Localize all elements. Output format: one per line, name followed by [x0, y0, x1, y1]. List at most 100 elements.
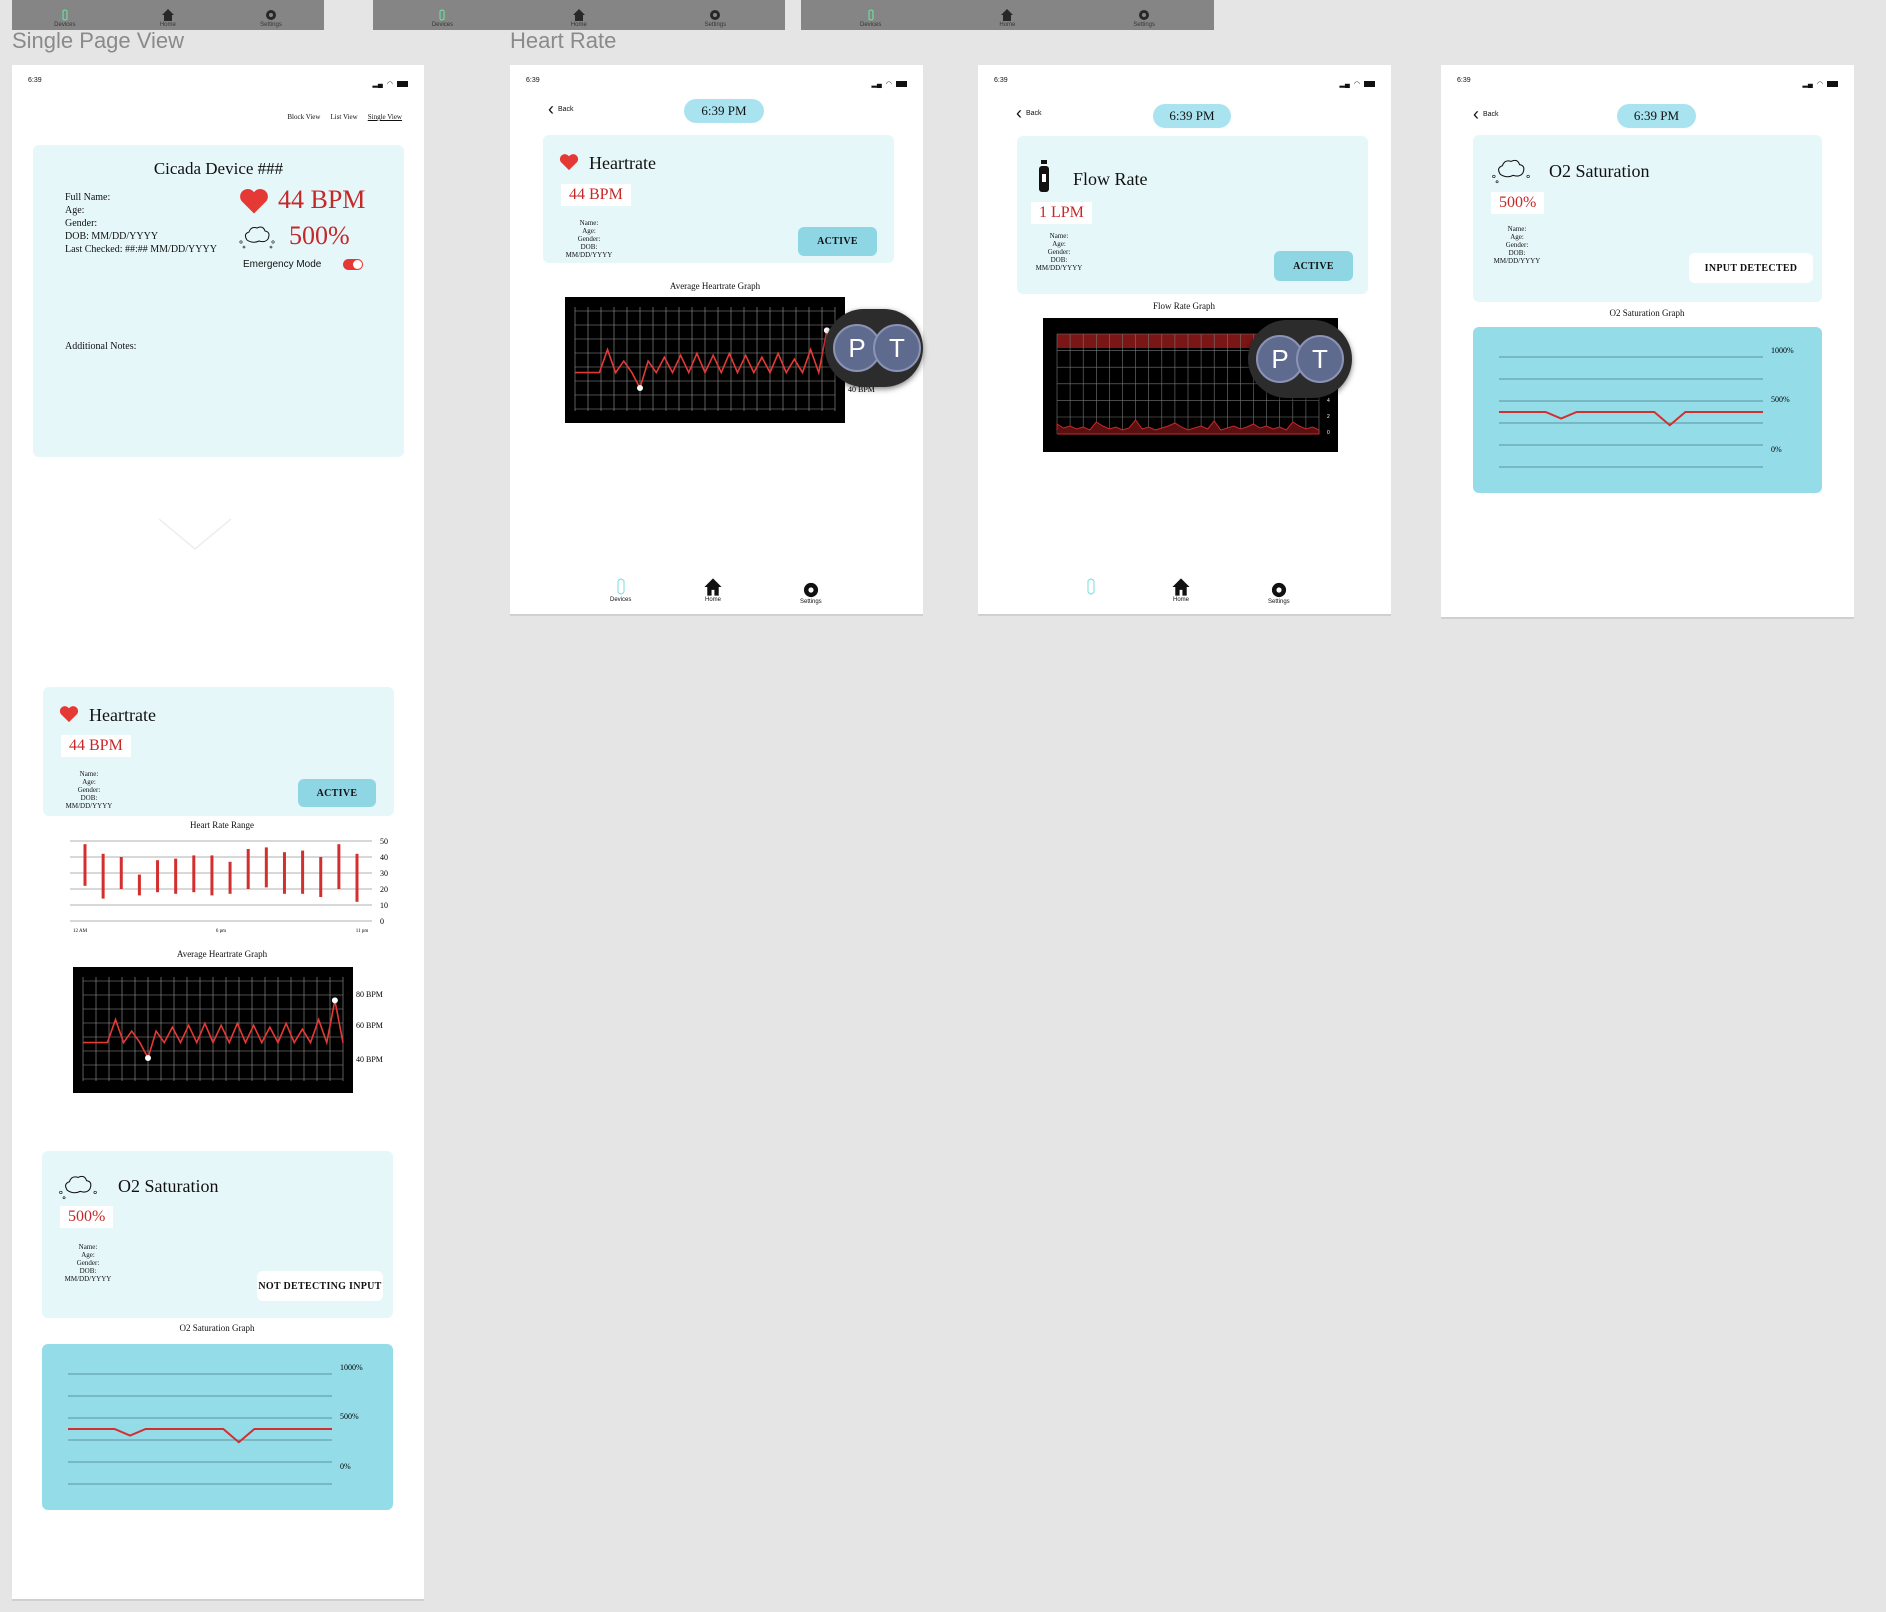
y-tick-label: 500% — [340, 1412, 359, 1421]
top-nav-bar: Devices Home Settings — [801, 0, 1214, 30]
devices-icon — [1087, 578, 1095, 595]
y-tick-label: 40 BPM — [356, 1055, 383, 1064]
emergency-mode-toggle[interactable] — [343, 259, 363, 270]
x-tick-label: 11 pm — [356, 929, 369, 934]
patient-info: Name: Age: Gender: DOB: MM/DD/YYYY — [1035, 232, 1083, 272]
patient-info: Name: Age: Gender: DOB: MM/DD/YYYY — [565, 219, 613, 259]
y-tick-label: 0 — [380, 917, 384, 926]
nav-home[interactable]: Home — [571, 8, 587, 28]
o2-graph-panel: 1000% 500% 0% — [1473, 327, 1822, 493]
back-button[interactable]: ‹ Back — [548, 99, 574, 120]
battery-icon — [397, 81, 408, 87]
nav-settings[interactable]: Settings — [1268, 581, 1290, 605]
gear-icon — [803, 582, 818, 598]
average-heartrate-chart: 80 BPM 60 BPM 40 BPM — [73, 967, 383, 1093]
signal-icon: ▂▄ — [372, 81, 383, 88]
back-button[interactable]: ‹ Back — [1473, 104, 1499, 125]
nav-home[interactable]: Home — [160, 8, 176, 28]
time-pill: 6:39 PM — [684, 99, 764, 123]
o2-saturation-card[interactable]: O2 Saturation 500% Name: Age: Gender: DOB: … — [1473, 135, 1822, 302]
devices-icon — [617, 578, 625, 595]
block-view-link[interactable]: Block View — [287, 113, 320, 121]
battery-icon — [1364, 81, 1375, 87]
min-point — [145, 1054, 151, 1061]
min-point — [637, 384, 643, 391]
wifi-icon: ◠ — [1353, 81, 1360, 88]
wifi-icon: ◠ — [885, 81, 892, 88]
heart-rate-frame: 6:39 ▂▄ ◠ ‹ Back 6:39 PM Heartrate 44 BPM … — [510, 65, 923, 615]
o2-saturation-card[interactable]: O2 Saturation 500% Name: Age: Gender: DOB: … — [42, 1151, 393, 1318]
nav-devices[interactable]: Devices — [54, 8, 76, 28]
status-active-button[interactable]: ACTIVE — [298, 779, 376, 807]
collaborator-avatars: P T — [825, 309, 923, 387]
y-tick-label: 0% — [1771, 445, 1782, 454]
nav-settings[interactable]: Settings — [260, 8, 282, 28]
gear-icon — [1139, 10, 1150, 20]
collaborator-avatars: P T — [1248, 320, 1352, 398]
y-tick-label: 0 — [1327, 430, 1330, 436]
status-active-button[interactable]: ACTIVE — [798, 227, 877, 256]
y-tick-label: 1000% — [340, 1363, 363, 1372]
chevron-down-icon[interactable] — [157, 517, 233, 553]
status-not-detecting-button[interactable]: NOT DETECTING INPUT — [257, 1271, 383, 1301]
time-pill: 6:39 PM — [1153, 104, 1231, 128]
avatar[interactable]: T — [873, 324, 921, 372]
gear-icon — [265, 10, 276, 20]
home-icon — [1001, 9, 1014, 21]
status-active-button[interactable]: ACTIVE — [1274, 251, 1353, 281]
chevron-left-icon: ‹ — [548, 99, 554, 119]
device-title: Cicada Device ### — [153, 159, 284, 178]
o2-saturation-frame: 6:39 ▂▄ ◠ ‹ Back 6:39 PM O2 Saturation 500… — [1441, 65, 1854, 618]
card-title: O2 Saturation — [118, 1176, 219, 1196]
heartrate-card[interactable]: Heartrate 44 BPM Name: Age: Gender: DOB: MM… — [543, 135, 894, 263]
nav-devices[interactable]: Devices — [432, 8, 453, 28]
y-tick-label: 4 — [1327, 398, 1330, 404]
nav-settings[interactable]: Settings — [800, 581, 822, 605]
device-fields: Full Name: Age: Gender: DOB: MM/DD/YYYY … — [65, 192, 217, 255]
avg-graph-title: Average Heartrate Graph — [669, 281, 761, 291]
y-tick-label: 500% — [1771, 395, 1790, 404]
single-page-frame: 6:39 ▂▄ ◠ Block View List View Single Vie… — [12, 65, 424, 1600]
notes-label: Additional Notes: — [65, 341, 137, 352]
bpm-value: 44 BPM — [278, 185, 366, 214]
heart-icon — [59, 706, 79, 723]
card-title: Heartrate — [589, 153, 656, 173]
nav-home[interactable]: Home — [702, 577, 724, 603]
nav-devices[interactable]: Devices — [610, 577, 631, 603]
patient-info: Name: Age: Gender: DOB: MM/DD/YYYY — [65, 770, 113, 810]
y-tick-label: 80 BPM — [356, 990, 383, 999]
status-input-detected-button[interactable]: INPUT DETECTED — [1689, 253, 1813, 283]
time-pill: 6:39 PM — [1617, 104, 1696, 128]
battery-icon — [1827, 81, 1838, 87]
back-button[interactable]: ‹ Back — [1016, 103, 1042, 124]
nav-devices[interactable] — [1084, 577, 1098, 597]
nav-home[interactable]: Home — [999, 8, 1015, 28]
o2-badge: 500% — [60, 1206, 114, 1228]
bpm-badge: 44 BPM — [561, 184, 631, 206]
single-view-link[interactable]: Single View — [368, 113, 402, 121]
cloud-o2-icon — [239, 226, 275, 249]
status-bar: 6:39 ▂▄ ◠ — [978, 77, 1391, 91]
o2-graph-title: O2 Saturation Graph — [179, 1323, 255, 1333]
nav-home[interactable]: Home — [1170, 577, 1192, 603]
home-icon — [572, 9, 585, 21]
heart-icon — [240, 188, 268, 214]
nav-settings[interactable]: Settings — [1133, 8, 1155, 28]
list-view-link[interactable]: List View — [330, 113, 357, 121]
top-nav-bar: Devices Home Settings — [12, 0, 324, 30]
nav-settings[interactable]: Settings — [704, 8, 726, 28]
nav-devices[interactable]: Devices — [860, 8, 881, 28]
avatar[interactable]: T — [1296, 335, 1344, 383]
y-tick-label: 40 — [380, 853, 388, 862]
home-icon — [161, 9, 174, 21]
wifi-icon: ◠ — [386, 81, 393, 88]
o2-saturation-chart: 1000% 500% 0% — [68, 1363, 363, 1485]
signal-icon: ▂▄ — [871, 81, 882, 88]
cloud-o2-icon — [1492, 159, 1530, 184]
flow-rate-card[interactable]: Flow Rate 1 LPM Name: Age: Gender: DOB: MM/… — [1017, 136, 1368, 294]
chevron-left-icon: ‹ — [1473, 104, 1479, 124]
card-title: Heartrate — [89, 705, 156, 725]
heartrate-card[interactable]: Heartrate 44 BPM Name: Age: Gender: DOB: MM… — [43, 687, 394, 816]
o2-saturation-chart: 1000% 500% 0% — [1499, 346, 1794, 468]
y-tick-label: 1000% — [1771, 346, 1794, 355]
